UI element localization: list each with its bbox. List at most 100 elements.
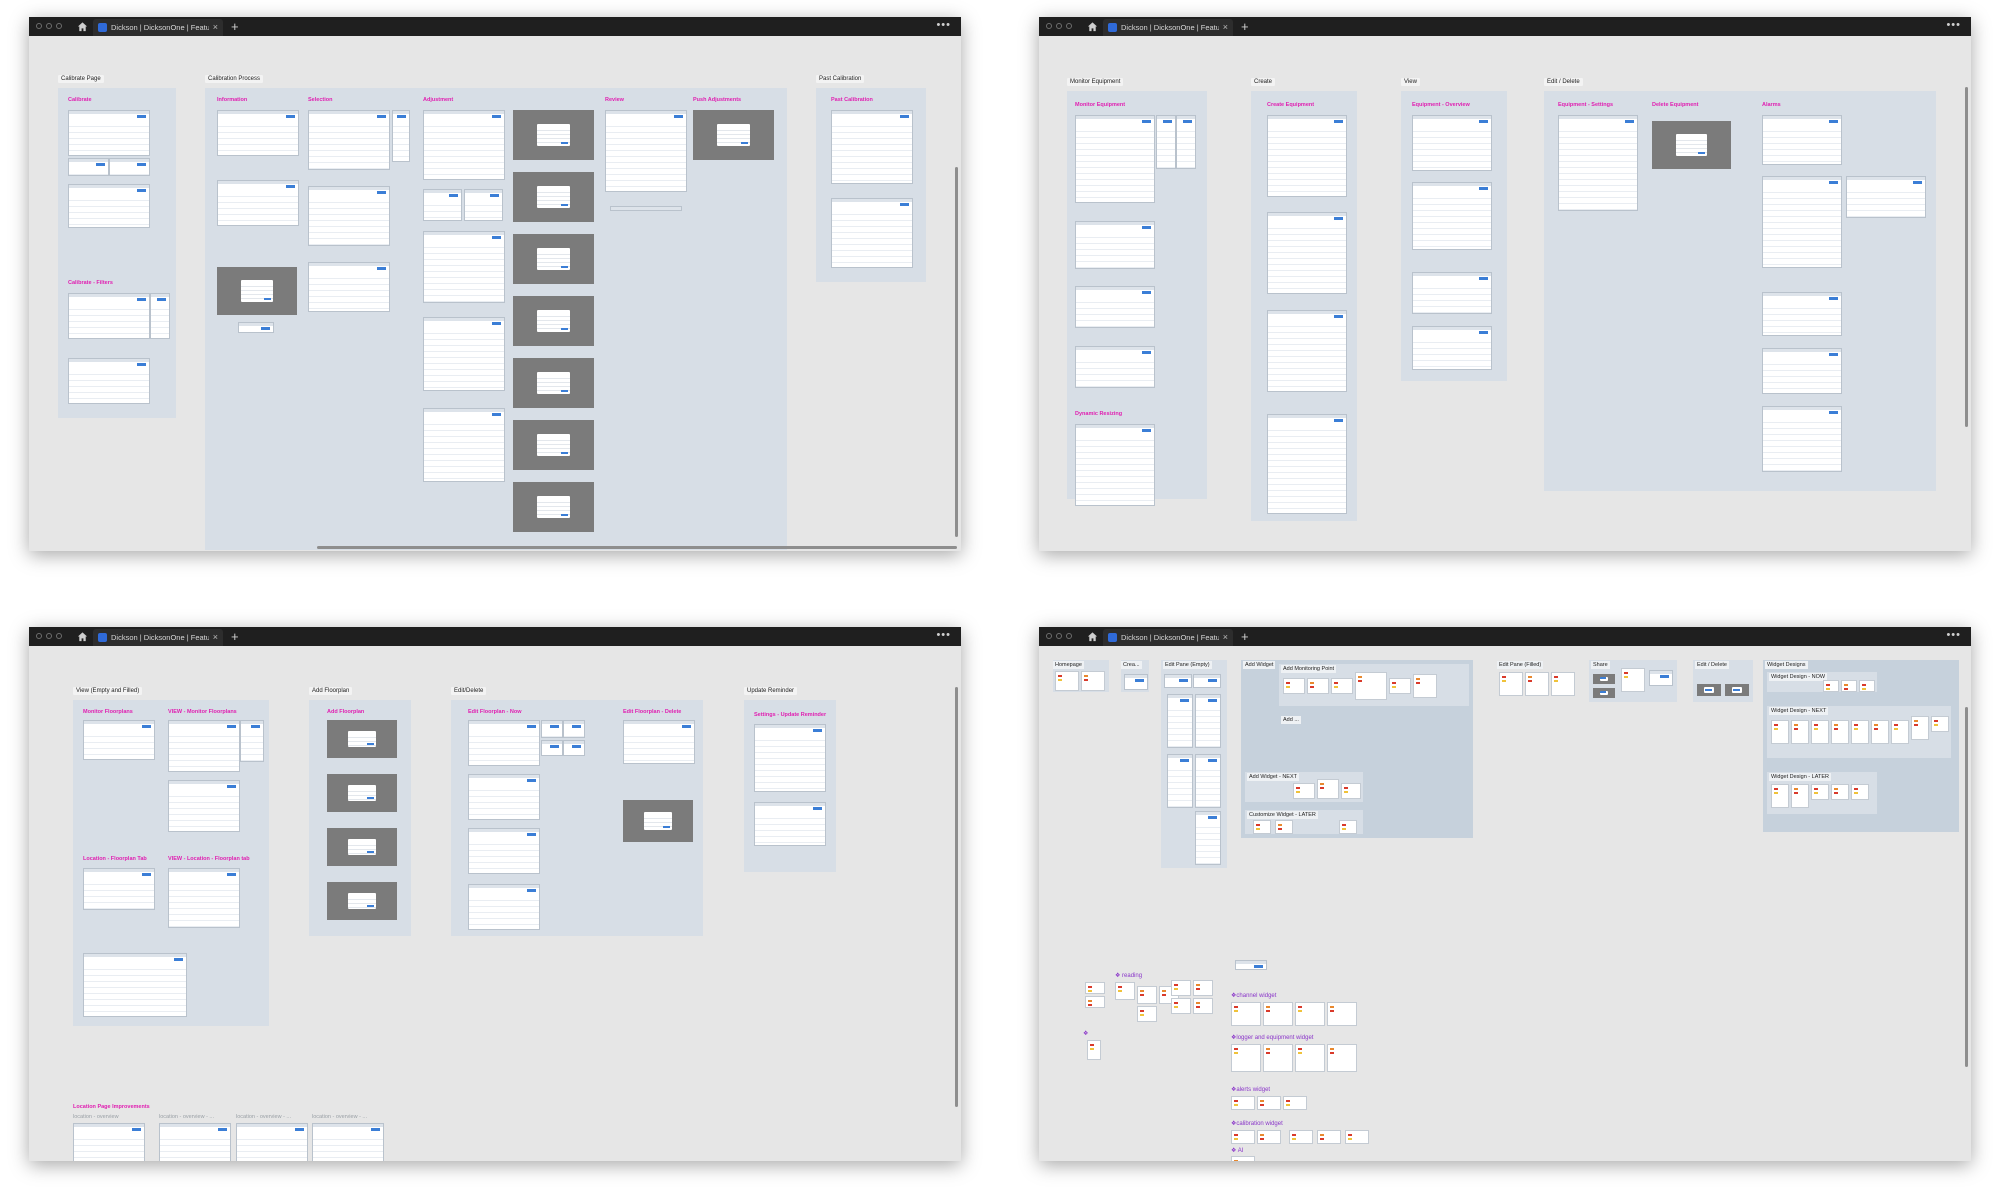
frame[interactable] [308, 262, 390, 312]
thumbnail[interactable] [1413, 674, 1437, 698]
frame[interactable] [541, 720, 563, 738]
thumbnail[interactable] [1167, 754, 1193, 808]
vertical-scrollbar[interactable] [1965, 707, 1968, 1067]
browser-tab[interactable]: Dickson | DicksonOne | Feature Evoluti × [93, 19, 223, 36]
component-thumbnail[interactable] [1085, 982, 1105, 994]
component-thumbnail[interactable] [1345, 1130, 1369, 1144]
thumbnail[interactable] [1551, 672, 1575, 696]
window-control-icon[interactable] [1046, 633, 1052, 639]
frame[interactable] [605, 110, 687, 192]
window-control-icon[interactable] [36, 23, 42, 29]
thumbnail[interactable] [1283, 678, 1305, 694]
frame[interactable] [83, 868, 155, 910]
frame[interactable] [150, 293, 170, 339]
thumbnail[interactable] [1931, 716, 1949, 732]
frame[interactable] [109, 158, 150, 176]
frame[interactable] [217, 180, 299, 226]
thumbnail[interactable] [1339, 820, 1357, 834]
thumbnail[interactable] [1195, 811, 1221, 865]
frame[interactable] [1075, 286, 1155, 328]
thumbnail[interactable] [1317, 779, 1339, 799]
thumbnail[interactable] [1859, 680, 1875, 692]
component-thumbnail[interactable] [1263, 1002, 1293, 1026]
thumbnail[interactable] [1831, 784, 1849, 800]
frame[interactable] [1412, 326, 1492, 370]
component-thumbnail[interactable] [1231, 1002, 1261, 1026]
new-tab-icon[interactable]: + [231, 17, 239, 36]
window-control-icon[interactable] [56, 23, 62, 29]
component-thumbnail[interactable] [1317, 1130, 1341, 1144]
vertical-scrollbar[interactable] [1965, 87, 1968, 427]
thumbnail[interactable] [1851, 720, 1869, 744]
frame[interactable] [423, 110, 505, 180]
modal-frame[interactable] [513, 482, 594, 532]
horizontal-scrollbar[interactable] [317, 546, 957, 549]
frame[interactable] [423, 231, 505, 303]
frame[interactable] [240, 720, 264, 762]
modal-frame[interactable] [693, 110, 774, 160]
thumbnail[interactable] [1307, 678, 1329, 694]
frame[interactable] [468, 828, 540, 874]
window-control-icon[interactable] [1066, 633, 1072, 639]
frame[interactable] [68, 293, 150, 339]
modal-frame[interactable] [327, 720, 397, 758]
frame[interactable] [68, 158, 109, 176]
frame[interactable] [1762, 176, 1842, 268]
component-thumbnail[interactable] [1087, 1040, 1101, 1060]
component-thumbnail[interactable] [1171, 980, 1191, 996]
window-control-icon[interactable] [56, 633, 62, 639]
thumbnail[interactable] [1851, 784, 1869, 800]
thumbnail[interactable] [1253, 820, 1271, 834]
frame[interactable] [168, 868, 240, 928]
frame[interactable] [83, 720, 155, 760]
thumbnail[interactable] [1811, 720, 1829, 744]
modal-frame[interactable] [1593, 674, 1615, 684]
thumbnail[interactable] [1841, 680, 1857, 692]
frame[interactable] [217, 110, 299, 156]
window-control-icon[interactable] [1056, 23, 1062, 29]
frame[interactable] [754, 724, 826, 792]
home-icon[interactable] [77, 21, 88, 32]
thumbnail[interactable] [1891, 720, 1909, 744]
frame[interactable] [1558, 115, 1638, 211]
thumbnail[interactable] [1621, 668, 1645, 692]
component-thumbnail[interactable] [1235, 960, 1267, 970]
close-icon[interactable]: × [1223, 19, 1228, 36]
thumbnail[interactable] [1164, 674, 1192, 688]
design-canvas[interactable]: Calibrate Page Calibrate Calibrate - Fil… [29, 36, 961, 551]
new-tab-icon[interactable]: + [1241, 627, 1249, 646]
frame[interactable] [1075, 424, 1155, 506]
frame[interactable] [754, 802, 826, 846]
frame[interactable] [1075, 115, 1155, 203]
thumbnail[interactable] [1193, 674, 1221, 688]
thumbnail[interactable] [1811, 784, 1829, 800]
thumbnail[interactable] [1341, 783, 1361, 799]
frame[interactable] [1762, 406, 1842, 472]
thumbnail[interactable] [1525, 672, 1549, 696]
close-icon[interactable]: × [1223, 629, 1228, 646]
browser-tab[interactable]: Dickson | DicksonOne | Feature Evoluti × [1103, 629, 1233, 646]
frame[interactable] [541, 740, 563, 756]
browser-tab[interactable]: Dickson | DicksonOne | Feature Evoluti × [1103, 19, 1233, 36]
frame[interactable] [423, 408, 505, 482]
thumbnail[interactable] [1195, 694, 1221, 748]
frame[interactable] [831, 110, 913, 184]
component-thumbnail[interactable] [1193, 998, 1213, 1014]
thumbnail[interactable] [1871, 720, 1889, 744]
more-icon[interactable]: ••• [1946, 17, 1961, 34]
frame[interactable] [468, 884, 540, 930]
modal-frame[interactable] [623, 800, 693, 842]
thumbnail[interactable] [1771, 720, 1789, 744]
frame[interactable] [1267, 212, 1347, 294]
thumbnail[interactable] [1055, 671, 1079, 691]
modal-frame[interactable] [1593, 688, 1615, 698]
design-canvas[interactable]: Monitor Equipment Monitor Equipment Dyna… [1039, 36, 1971, 551]
frame[interactable] [238, 322, 274, 333]
modal-frame[interactable] [327, 828, 397, 866]
frame[interactable] [1412, 272, 1492, 314]
frame[interactable] [1075, 346, 1155, 388]
frame[interactable] [1156, 115, 1176, 169]
frame[interactable] [168, 780, 240, 832]
frame[interactable] [159, 1123, 231, 1161]
frame[interactable] [623, 720, 695, 764]
